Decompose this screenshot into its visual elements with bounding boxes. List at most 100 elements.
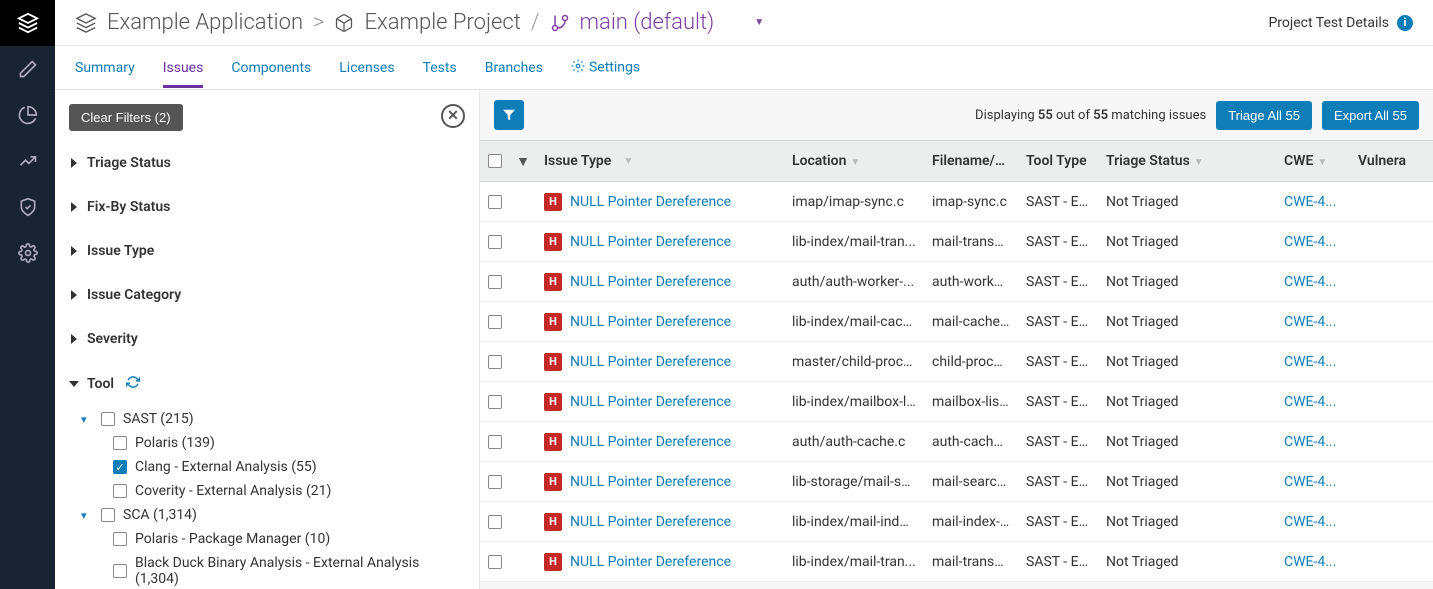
- breadcrumb-project[interactable]: Example Project: [364, 10, 520, 35]
- cell-filename: mail-cache-...: [924, 314, 1018, 330]
- cell-triage: Not Triaged: [1098, 554, 1276, 570]
- tree-child[interactable]: Coverity - External Analysis (21): [69, 479, 461, 503]
- breadcrumb-app[interactable]: Example Application: [107, 10, 303, 35]
- issue-link[interactable]: NULL Pointer Dereference: [570, 474, 731, 490]
- tree-child[interactable]: Polaris (139): [69, 431, 461, 455]
- cwe-link[interactable]: CWE-4...: [1284, 314, 1336, 330]
- table-row[interactable]: HNULL Pointer Dereferenceimap/imap-sync.…: [480, 182, 1433, 222]
- filter-sidebar: Clear Filters (2) ✕ Triage Status Fix-By …: [55, 90, 480, 589]
- row-checkbox[interactable]: [488, 235, 502, 249]
- rail-edit-icon[interactable]: [0, 46, 55, 92]
- cwe-link[interactable]: CWE-4...: [1284, 274, 1336, 290]
- tree-child[interactable]: Clang - External Analysis (55): [69, 455, 461, 479]
- issue-link[interactable]: NULL Pointer Dereference: [570, 554, 731, 570]
- issue-link[interactable]: NULL Pointer Dereference: [570, 274, 731, 290]
- tab-tests[interactable]: Tests: [423, 48, 457, 88]
- tree-child[interactable]: Black Duck Binary Analysis - External An…: [69, 551, 461, 589]
- table-row[interactable]: HNULL Pointer Dereferencelib-index/mail-…: [480, 302, 1433, 342]
- tab-licenses[interactable]: Licenses: [339, 48, 394, 88]
- col-vulnerability[interactable]: Vulnera: [1350, 153, 1420, 169]
- table-row[interactable]: HNULL Pointer Dereferenceauth/auth-worke…: [480, 262, 1433, 302]
- row-checkbox[interactable]: [488, 275, 502, 289]
- filter-severity[interactable]: Severity: [69, 327, 461, 351]
- tree-child[interactable]: Polaris - Package Manager (10): [69, 527, 461, 551]
- issue-link[interactable]: NULL Pointer Dereference: [570, 394, 731, 410]
- table-row[interactable]: HNULL Pointer Dereferencelib-index/mail-…: [480, 542, 1433, 582]
- cwe-link[interactable]: CWE-4...: [1284, 354, 1336, 370]
- tab-branches[interactable]: Branches: [485, 48, 543, 88]
- row-checkbox[interactable]: [488, 195, 502, 209]
- checkbox[interactable]: [113, 436, 127, 450]
- col-tool-type[interactable]: Tool Type: [1018, 153, 1098, 169]
- row-checkbox[interactable]: [488, 395, 502, 409]
- row-checkbox[interactable]: [488, 555, 502, 569]
- filter-issue type[interactable]: Issue Type: [69, 239, 461, 263]
- issue-link[interactable]: NULL Pointer Dereference: [570, 434, 731, 450]
- filter-triage status[interactable]: Triage Status: [69, 151, 461, 175]
- close-filter-icon[interactable]: ✕: [441, 104, 465, 128]
- sort-caret-icon[interactable]: ▼: [510, 153, 536, 170]
- row-checkbox[interactable]: [488, 315, 502, 329]
- issue-link[interactable]: NULL Pointer Dereference: [570, 514, 731, 530]
- table-row[interactable]: HNULL Pointer Dereferencelib-index/mail-…: [480, 222, 1433, 262]
- filter-tool-header[interactable]: Tool: [69, 371, 461, 397]
- checkbox[interactable]: [113, 460, 127, 474]
- cell-triage: Not Triaged: [1098, 474, 1276, 490]
- issue-link[interactable]: NULL Pointer Dereference: [570, 314, 731, 330]
- rail-gear-icon[interactable]: [0, 230, 55, 276]
- info-icon[interactable]: i: [1397, 15, 1413, 31]
- table-row[interactable]: HNULL Pointer Dereferencemaster/child-pr…: [480, 342, 1433, 382]
- cwe-link[interactable]: CWE-4...: [1284, 234, 1336, 250]
- branch-dropdown-icon[interactable]: ▼: [754, 17, 764, 28]
- cwe-link[interactable]: CWE-4...: [1284, 194, 1336, 210]
- breadcrumb-branch[interactable]: main (default): [580, 10, 715, 35]
- triage-all-button[interactable]: Triage All 55: [1216, 101, 1312, 130]
- rail-chart-icon[interactable]: [0, 138, 55, 184]
- select-all-checkbox[interactable]: [488, 154, 502, 168]
- rail-shield-icon[interactable]: [0, 184, 55, 230]
- row-checkbox[interactable]: [488, 515, 502, 529]
- checkbox[interactable]: [113, 532, 127, 546]
- table-row[interactable]: HNULL Pointer Dereferenceauth/auth-cache…: [480, 422, 1433, 462]
- severity-high-icon: H: [544, 313, 562, 331]
- cwe-link[interactable]: CWE-4...: [1284, 514, 1336, 530]
- export-all-button[interactable]: Export All 55: [1322, 101, 1419, 130]
- issue-link[interactable]: NULL Pointer Dereference: [570, 354, 731, 370]
- tab-issues[interactable]: Issues: [163, 48, 204, 88]
- table-row[interactable]: HNULL Pointer Dereferencelib-storage/mai…: [480, 462, 1433, 502]
- col-cwe[interactable]: CWE▼: [1276, 153, 1350, 169]
- rail-pie-icon[interactable]: [0, 92, 55, 138]
- table-row[interactable]: HNULL Pointer Dereferencelib-index/mail-…: [480, 502, 1433, 542]
- col-filename[interactable]: Filename/Origin: [924, 153, 1018, 169]
- tab-components[interactable]: Components: [231, 48, 311, 88]
- cwe-link[interactable]: CWE-4...: [1284, 394, 1336, 410]
- row-checkbox[interactable]: [488, 475, 502, 489]
- cwe-link[interactable]: CWE-4...: [1284, 554, 1336, 570]
- filter-toggle-button[interactable]: [494, 100, 524, 130]
- table-row[interactable]: HNULL Pointer Dereferencelib-index/mailb…: [480, 382, 1433, 422]
- filter-issue category[interactable]: Issue Category: [69, 283, 461, 307]
- severity-high-icon: H: [544, 393, 562, 411]
- checkbox[interactable]: [113, 484, 127, 498]
- tree-parent[interactable]: ▾SAST (215): [69, 407, 461, 431]
- refresh-icon[interactable]: [126, 375, 140, 393]
- cwe-link[interactable]: CWE-4...: [1284, 474, 1336, 490]
- col-location[interactable]: Location▼: [784, 153, 924, 169]
- tree-parent[interactable]: ▾SCA (1,314): [69, 503, 461, 527]
- row-checkbox[interactable]: [488, 355, 502, 369]
- filter-fix-by status[interactable]: Fix-By Status: [69, 195, 461, 219]
- tab-settings[interactable]: Settings: [571, 47, 640, 89]
- clear-filters-button[interactable]: Clear Filters (2): [69, 104, 183, 131]
- issue-link[interactable]: NULL Pointer Dereference: [570, 194, 731, 210]
- header-right-label[interactable]: Project Test Details: [1268, 15, 1389, 31]
- logo-icon[interactable]: [0, 0, 55, 46]
- row-checkbox[interactable]: [488, 435, 502, 449]
- col-issue-type[interactable]: Issue Type▼: [536, 153, 784, 169]
- checkbox[interactable]: [113, 564, 127, 578]
- cwe-link[interactable]: CWE-4...: [1284, 434, 1336, 450]
- checkbox[interactable]: [101, 508, 115, 522]
- checkbox[interactable]: [101, 412, 115, 426]
- tab-summary[interactable]: Summary: [75, 48, 135, 88]
- col-triage-status[interactable]: Triage Status▼: [1098, 153, 1276, 169]
- issue-link[interactable]: NULL Pointer Dereference: [570, 234, 731, 250]
